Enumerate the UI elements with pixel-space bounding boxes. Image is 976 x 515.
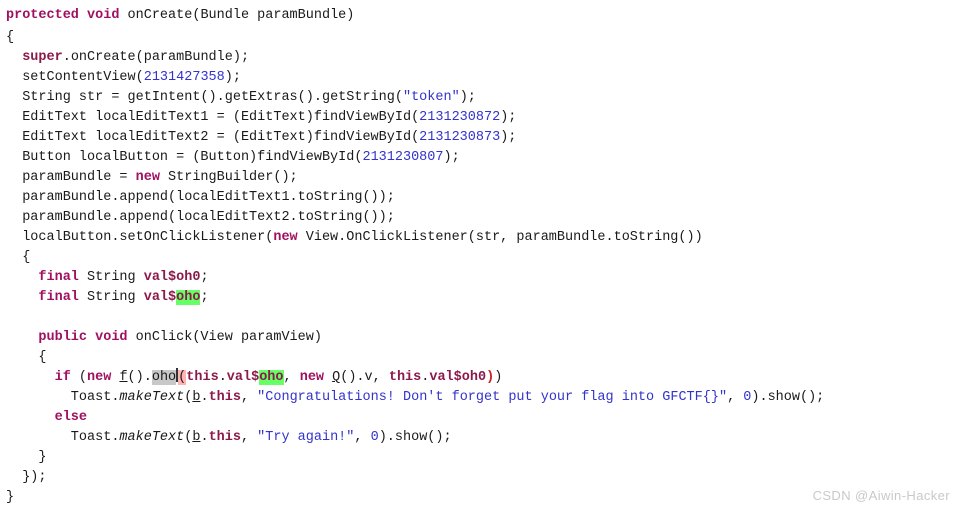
code-line: if (new f().oho (this.val$oho, new Q().v,… — [54, 368, 503, 385]
code-line: Toast.makeText(b.this, "Try again!", 0).… — [6, 430, 452, 445]
code-line: paramBundle = new StringBuilder(); — [6, 170, 298, 185]
code-line: localButton.setOnClickListener(new View.… — [6, 230, 703, 245]
code-line: super.onCreate(paramBundle); — [22, 50, 250, 65]
code-line: { — [6, 350, 47, 365]
code-line: else — [54, 410, 88, 425]
code-line: public void onClick(View paramView) — [38, 330, 322, 345]
code-line: EditText localEditText1 = (EditText)find… — [6, 110, 517, 125]
code-line: paramBundle.append(localEditText1.toStri… — [6, 190, 395, 205]
code-line: Button localButton = (Button)findViewByI… — [6, 150, 460, 165]
code-line: setContentView(2131427358); — [6, 70, 241, 85]
code-line: { — [6, 30, 15, 45]
watermark: CSDN @Aiwin-Hacker — [812, 488, 950, 503]
code-line: String str = getIntent().getExtras().get… — [6, 90, 476, 105]
code-line: final String val$oho; — [38, 290, 209, 305]
code-line: paramBundle.append(localEditText2.toStri… — [6, 210, 395, 225]
code-line: EditText localEditText2 = (EditText)find… — [6, 130, 517, 145]
code-line: } — [6, 450, 47, 465]
code-line: final String val$oh0; — [38, 270, 209, 285]
code-line: }); — [6, 470, 47, 485]
code-viewer[interactable]: protected void onCreate(Bundle paramBund… — [0, 0, 976, 515]
code-line: protected void onCreate(Bundle paramBund… — [6, 8, 355, 23]
code-line: { — [6, 250, 31, 265]
code-line: Toast.makeText(b.this, "Congratulations!… — [6, 390, 825, 405]
